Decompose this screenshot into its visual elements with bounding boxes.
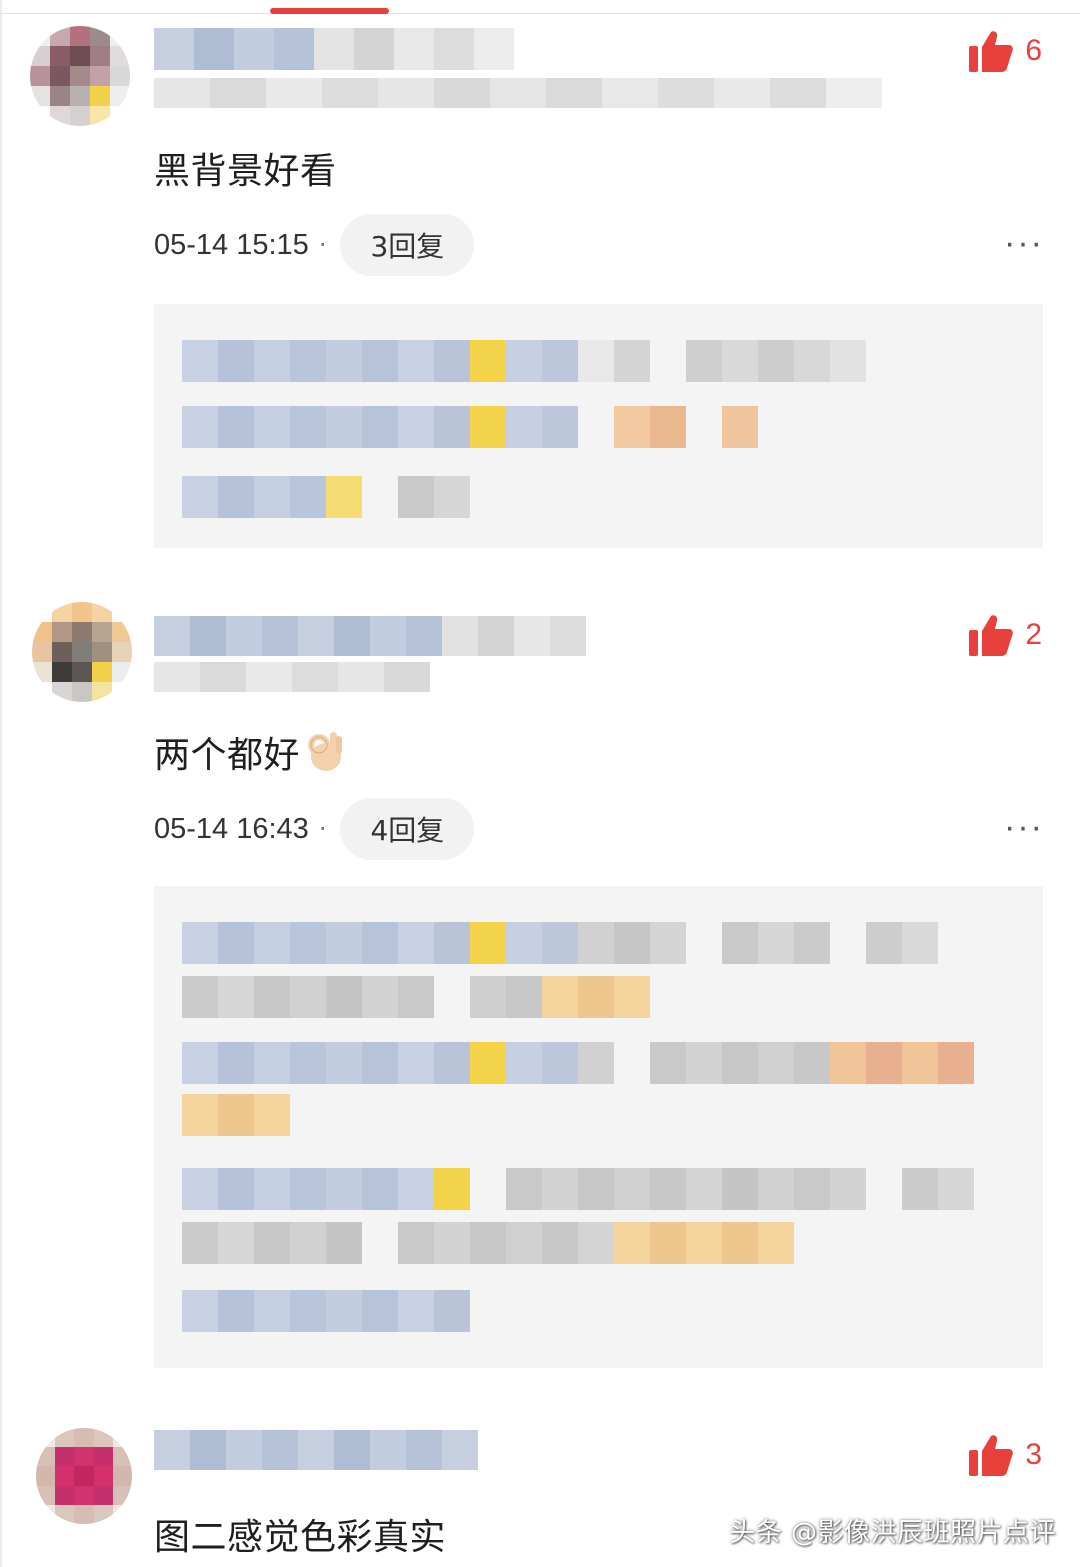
replies-preview[interactable] <box>154 304 1043 548</box>
comment-time: 05-14 15:15 <box>154 228 309 261</box>
more-dots-icon[interactable]: ··· <box>1004 224 1044 263</box>
user-meta-blurred <box>154 662 430 692</box>
separator-dot: · <box>318 815 327 843</box>
avatar[interactable] <box>36 1428 132 1524</box>
like-button[interactable]: 3 <box>969 1434 1042 1476</box>
like-count: 2 <box>1025 618 1042 651</box>
reply-preview-line <box>182 340 866 382</box>
avatar[interactable] <box>32 602 132 702</box>
comment-text-content: 两个都好 <box>154 735 301 776</box>
view-replies-button[interactable]: 4回复 <box>340 798 475 860</box>
reply-preview-line <box>182 1290 470 1332</box>
thumbs-up-icon <box>969 31 1014 72</box>
reply-preview-line <box>182 1042 974 1084</box>
watermark: 头条 @影像洪辰班照片点评 <box>729 1518 1056 1548</box>
ok-hand-emoji-icon <box>308 732 343 771</box>
reply-preview-line <box>182 1222 794 1264</box>
thumbs-up-icon <box>969 1435 1014 1476</box>
comment-item: 2 两个都好 05-14 16:43 · 4回复 ··· <box>0 590 1080 1380</box>
like-count: 6 <box>1025 34 1042 67</box>
separator-dot: · <box>318 231 327 259</box>
reply-preview-line <box>182 476 470 518</box>
reply-preview-line <box>182 976 650 1018</box>
comment-item: 6 黑背景好看 05-14 15:15 · 3回复 ··· <box>0 0 1080 560</box>
reply-preview-line <box>182 922 938 964</box>
comment-time: 05-14 16:43 <box>154 812 309 845</box>
thumbs-up-icon <box>969 615 1014 656</box>
like-count: 3 <box>1025 1438 1042 1471</box>
like-button[interactable]: 2 <box>969 614 1042 656</box>
comment-meta: 05-14 16:43 · 4回复 <box>154 798 475 860</box>
user-meta-blurred <box>154 78 882 108</box>
reply-preview-line <box>182 1168 974 1210</box>
comment-text: 黑背景好看 <box>154 151 337 192</box>
avatar[interactable] <box>30 26 130 126</box>
comment-text: 两个都好 <box>154 726 346 778</box>
username-blurred[interactable] <box>154 616 586 656</box>
view-replies-button[interactable]: 3回复 <box>340 214 475 276</box>
username-blurred[interactable] <box>154 28 514 70</box>
comment-meta: 05-14 15:15 · 3回复 <box>154 214 475 276</box>
reply-preview-line <box>182 406 758 448</box>
reply-preview-line <box>182 1094 290 1136</box>
like-button[interactable]: 6 <box>969 30 1042 72</box>
comment-text: 图二感觉色彩真实 <box>154 1517 447 1558</box>
username-blurred[interactable] <box>154 1430 478 1470</box>
replies-preview[interactable] <box>154 886 1043 1368</box>
more-dots-icon[interactable]: ··· <box>1004 808 1044 847</box>
